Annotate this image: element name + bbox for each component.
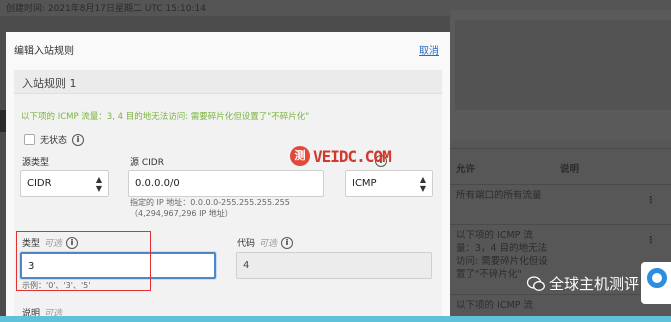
stateless-option[interactable]: 无状态 i bbox=[24, 133, 85, 146]
background-panel-header bbox=[455, 20, 671, 110]
source-type-label-text: 源类型 bbox=[22, 158, 50, 168]
watermark: 测 VEIDC.COM bbox=[290, 146, 392, 166]
column-header-description: 说明 bbox=[560, 164, 580, 175]
annotation-highlight-box bbox=[16, 231, 151, 291]
bottom-edge-bar bbox=[0, 316, 671, 322]
more-vert-icon[interactable]: ⋮ bbox=[646, 235, 656, 246]
ip-protocol-select[interactable]: ICMP ▲ ▼ bbox=[345, 170, 433, 197]
table-header-row: 允许 说明 bbox=[450, 148, 671, 184]
table-row[interactable]: 所有端口的所有流量 ⋮ bbox=[450, 184, 671, 224]
chevron-updown-icon: ▲ ▼ bbox=[419, 175, 426, 193]
watermark-seal-icon: 测 bbox=[290, 146, 310, 166]
stateless-checkbox[interactable] bbox=[24, 134, 35, 145]
icmp-warning-text: 以下项的 ICMP 流量：3, 4 目的地无法访问: 需要碎片化但设置了"不碎片… bbox=[21, 112, 310, 122]
source-type-select[interactable]: CIDR ▲ ▼ bbox=[20, 170, 109, 197]
info-icon[interactable]: i bbox=[281, 236, 294, 249]
dialog-title: 编辑入站规则 bbox=[14, 46, 74, 57]
code-optional-text: 可选 bbox=[259, 239, 278, 249]
wechat-watermark: 全球主机测评 bbox=[527, 273, 639, 294]
source-cidr-input[interactable]: 0.0.0.0/0 bbox=[128, 170, 324, 197]
ip-protocol-value: ICMP bbox=[352, 178, 377, 189]
wechat-icon bbox=[527, 275, 545, 291]
cidr-hint: 指定的 IP 地址：0.0.0.0-255.255.255.255 （4,294… bbox=[130, 197, 290, 219]
more-vert-icon[interactable]: ⋮ bbox=[646, 195, 656, 206]
cancel-link[interactable]: 取消 bbox=[419, 42, 439, 57]
table-cell-allow: 以下项的 ICMP 流 bbox=[456, 300, 533, 311]
help-button[interactable] bbox=[641, 262, 671, 304]
lifebuoy-icon bbox=[647, 268, 667, 288]
cidr-hint-line2: （4,294,967,296 IP 地址） bbox=[130, 209, 233, 218]
rule-heading: 入站规则 1 bbox=[14, 70, 442, 94]
stateless-label: 无状态 bbox=[40, 136, 68, 146]
table-cell-allow: 所有端口的所有流量 bbox=[456, 190, 542, 201]
info-icon[interactable]: i bbox=[72, 133, 85, 146]
wechat-account-name: 全球主机测评 bbox=[549, 275, 640, 293]
code-label-text: 代码 bbox=[237, 239, 256, 249]
watermark-text: VEIDC.COM bbox=[313, 146, 392, 166]
source-cidr-label-text: 源 CIDR bbox=[130, 158, 164, 168]
source-cidr-label: 源 CIDR bbox=[130, 155, 164, 168]
source-type-value: CIDR bbox=[27, 178, 52, 189]
column-header-allow: 允许 bbox=[456, 164, 476, 175]
source-type-label: 源类型 bbox=[22, 155, 49, 168]
code-label: 代码 可选 i bbox=[237, 236, 294, 249]
cidr-hint-line1: 指定的 IP 地址：0.0.0.0-255.255.255.255 bbox=[130, 198, 290, 207]
icmp-code-input[interactable]: 4 bbox=[236, 252, 432, 279]
chevron-updown-icon: ▲ ▼ bbox=[95, 175, 102, 193]
